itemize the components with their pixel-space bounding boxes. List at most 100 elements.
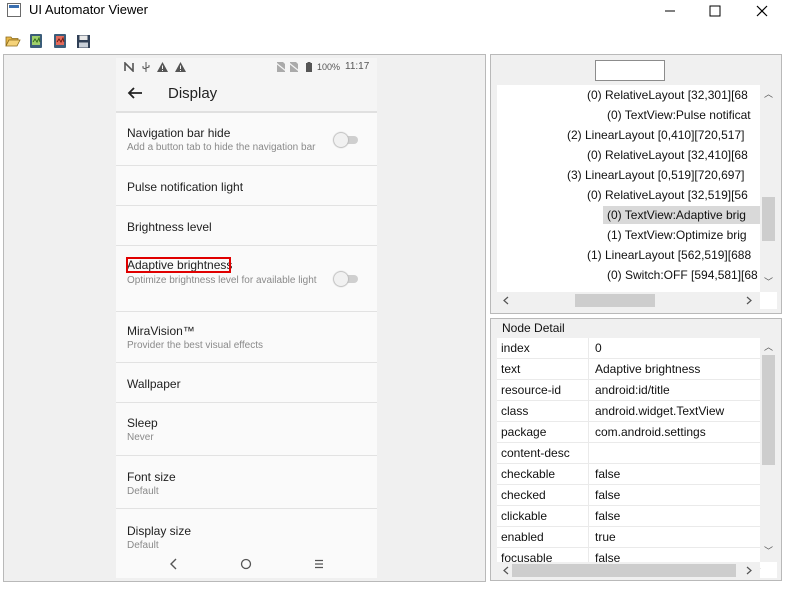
detail-row[interactable]: checked false	[497, 485, 761, 506]
scroll-left-arrow-icon[interactable]	[502, 566, 510, 575]
scroll-right-arrow-icon[interactable]	[745, 296, 753, 305]
detail-horizontal-scrollbar[interactable]	[497, 562, 760, 579]
nfc-icon	[124, 62, 134, 72]
tree-node[interactable]: (0) RelativeLayout [32,410][68	[587, 146, 748, 164]
setting-title: Brightness level	[127, 220, 212, 234]
usb-icon	[142, 62, 150, 72]
battery-percent: 100%	[317, 62, 341, 72]
tree-horizontal-scroll-thumb[interactable]	[575, 294, 655, 307]
tree-node[interactable]: (0) RelativeLayout [32,301][68	[587, 86, 748, 104]
detail-key: class	[501, 404, 529, 418]
detail-row[interactable]: checkable false	[497, 464, 761, 485]
setting-brightness-level[interactable]: Brightness level	[116, 206, 377, 246]
setting-font-size[interactable]: Font size Default	[116, 456, 377, 509]
tree-node[interactable]: (1) LinearLayout [562,519][688	[587, 246, 751, 264]
setting-title: Wallpaper	[127, 377, 181, 391]
setting-subtitle: Default	[127, 540, 159, 550]
device-screenshot-button[interactable]	[27, 32, 45, 50]
tree-node[interactable]: (3) LinearLayout [0,519][720,697]	[567, 166, 744, 184]
detail-value: false	[595, 467, 621, 481]
device-screenshot[interactable]: 100% 11:17 Display Navigation bar hide A…	[116, 58, 377, 578]
setting-subtitle: Never	[127, 432, 154, 443]
scroll-left-arrow-icon[interactable]	[502, 296, 510, 305]
tree-horizontal-scrollbar[interactable]	[497, 292, 760, 309]
scroll-down-arrow-icon[interactable]: ﹀	[764, 278, 773, 288]
setting-sleep[interactable]: Sleep Never	[116, 403, 377, 456]
maximize-icon	[709, 5, 721, 17]
setting-subtitle: Default	[127, 486, 159, 497]
status-time: 11:17	[345, 61, 370, 72]
setting-title: Display size	[127, 524, 192, 538]
tree-vertical-scrollbar[interactable]: ︿ ﹀	[760, 85, 777, 292]
detail-key: checked	[501, 488, 546, 502]
maximize-button[interactable]	[692, 0, 738, 22]
detail-vertical-scrollbar[interactable]: ︿ ﹀	[760, 338, 777, 562]
back-arrow-icon[interactable]	[127, 85, 143, 101]
detail-key: enabled	[501, 530, 544, 544]
setting-pulse-notification-light[interactable]: Pulse notification light	[116, 166, 377, 206]
detail-row[interactable]: text Adaptive brightness	[497, 359, 761, 380]
window-titlebar: UI Automator Viewer	[0, 0, 785, 22]
detail-row[interactable]: index 0	[497, 338, 761, 359]
minimize-button[interactable]	[647, 0, 693, 22]
setting-title: Adaptive brightness	[127, 258, 233, 272]
detail-vertical-scroll-thumb[interactable]	[762, 355, 775, 465]
detail-row[interactable]: package com.android.settings	[497, 422, 761, 443]
scroll-down-arrow-icon[interactable]: ﹀	[764, 547, 773, 557]
scroll-right-arrow-icon[interactable]	[745, 566, 753, 575]
adaptive-brightness-toggle[interactable]	[334, 271, 358, 286]
scroll-up-arrow-icon[interactable]: ︿	[764, 90, 773, 100]
detail-value: com.android.settings	[595, 425, 706, 439]
detail-row[interactable]: enabled true	[497, 527, 761, 548]
battery-icon	[306, 62, 312, 72]
setting-display-size[interactable]: Display size Default	[116, 509, 377, 550]
setting-navigation-bar-hide[interactable]: Navigation bar hide Add a button tab to …	[116, 115, 377, 166]
hierarchy-tree[interactable]: (0) RelativeLayout [32,301][68 (0) TextV…	[497, 85, 777, 309]
tree-node[interactable]: (0) TextView:Pulse notificat	[607, 106, 751, 124]
close-icon	[756, 5, 768, 17]
setting-title: MiraVision™	[127, 324, 195, 338]
device-screenshot-icon	[30, 34, 42, 48]
detail-value: 0	[595, 341, 602, 355]
detail-horizontal-scroll-thumb[interactable]	[512, 564, 736, 577]
nav-home-icon[interactable]	[240, 558, 252, 570]
setting-subtitle: Provider the best visual effects	[127, 340, 263, 351]
no-sim-icon-2	[289, 62, 299, 72]
device-statusbar: 100% 11:17	[116, 58, 377, 76]
tree-node[interactable]: (1) TextView:Optimize brig	[607, 226, 747, 244]
detail-row[interactable]: class android.widget.TextView	[497, 401, 761, 422]
tree-vertical-scroll-thumb[interactable]	[762, 197, 775, 241]
detail-key: package	[501, 425, 547, 439]
setting-title: Pulse notification light	[127, 180, 244, 194]
nav-back-icon[interactable]	[168, 558, 180, 570]
detail-key: content-desc	[501, 446, 570, 460]
close-button[interactable]	[739, 0, 785, 22]
appbar-title: Display	[168, 85, 218, 102]
window-title: UI Automator Viewer	[29, 2, 148, 17]
open-folder-button[interactable]	[4, 32, 22, 50]
app-window-icon	[7, 3, 21, 17]
detail-row[interactable]: clickable false	[497, 506, 761, 527]
detail-value: android:id/title	[595, 383, 670, 397]
setting-wallpaper[interactable]: Wallpaper	[116, 363, 377, 403]
tree-node-selected[interactable]: (0) TextView:Adaptive brig	[603, 206, 763, 224]
detail-key: resource-id	[501, 383, 562, 397]
scroll-up-arrow-icon[interactable]: ︿	[764, 343, 773, 353]
setting-miravision[interactable]: MiraVision™ Provider the best visual eff…	[116, 312, 377, 363]
device-screenshot-compressed-button[interactable]	[51, 32, 69, 50]
tree-node[interactable]: (0) Switch:OFF [594,581][68	[607, 266, 758, 284]
detail-row[interactable]: content-desc	[497, 443, 761, 464]
save-button[interactable]	[74, 32, 92, 50]
tree-search-input[interactable]	[595, 60, 665, 81]
detail-key: text	[501, 362, 521, 376]
setting-subtitle: Add a button tab to hide the navigation …	[127, 142, 316, 153]
detail-row[interactable]: resource-id android:id/title	[497, 380, 761, 401]
node-detail-table[interactable]: index 0 text Adaptive brightness resourc…	[497, 338, 777, 578]
setting-adaptive-brightness[interactable]: Adaptive brightness Optimize brightness …	[116, 246, 377, 312]
nav-menu-icon[interactable]	[313, 558, 325, 570]
detail-key: clickable	[501, 509, 548, 523]
tree-node[interactable]: (2) LinearLayout [0,410][720,517]	[567, 126, 744, 144]
tree-node[interactable]: (0) RelativeLayout [32,519][56	[587, 186, 748, 204]
device-navbar	[116, 550, 377, 578]
navigation-bar-toggle[interactable]	[334, 132, 358, 147]
